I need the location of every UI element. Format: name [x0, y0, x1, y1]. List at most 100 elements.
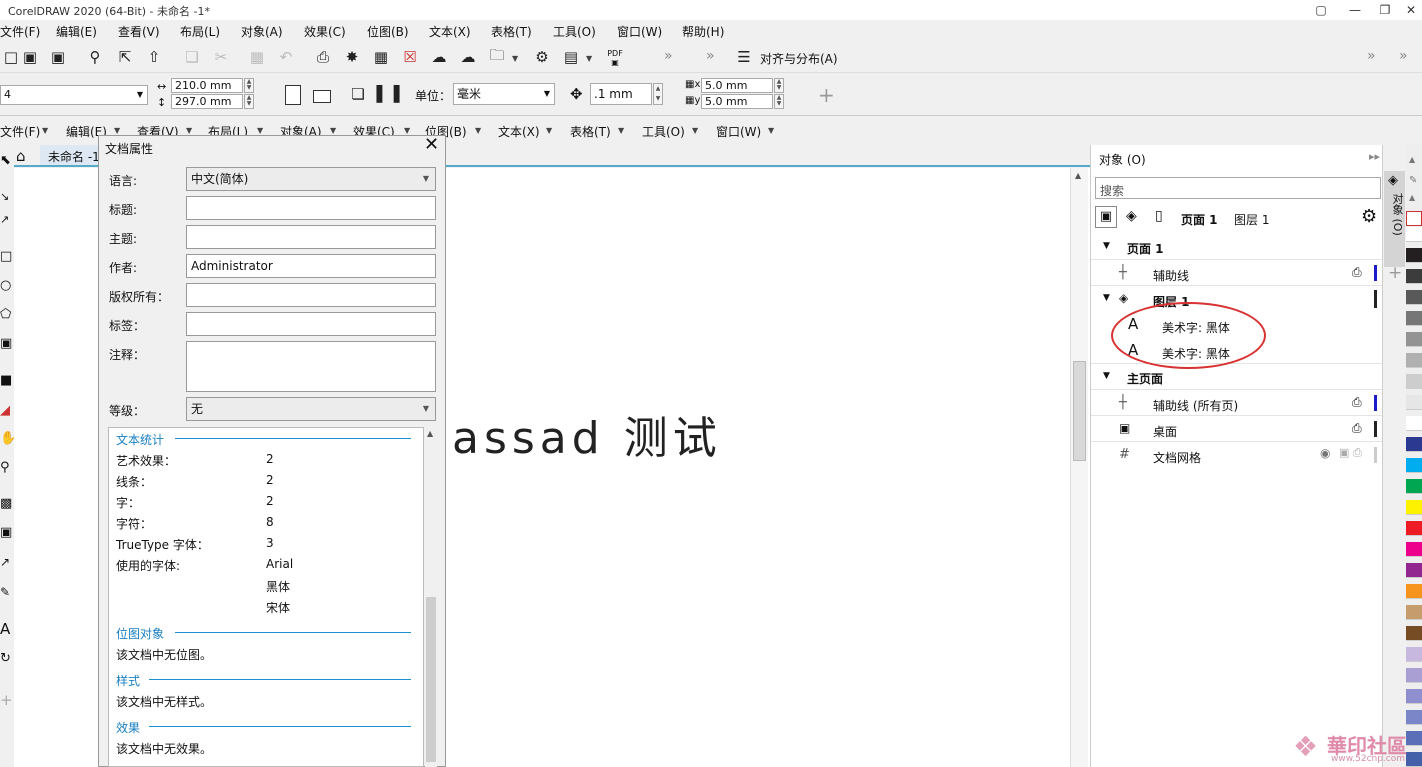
nudge-input[interactable]: .1 mm	[590, 83, 652, 105]
canvas-vertical-scrollbar[interactable]: ▲	[1070, 168, 1088, 767]
rectangle-tool-icon[interactable]: □	[0, 249, 12, 264]
unit-select[interactable]: 毫米 ▼	[453, 83, 555, 105]
smart-fill-icon[interactable]: ◢	[0, 403, 10, 418]
menu-text[interactable]: 文本(X)	[429, 23, 471, 40]
color-swatch[interactable]	[1406, 689, 1422, 704]
nudge-spinner[interactable]: ▲ ▼	[653, 83, 663, 105]
color-swatch[interactable]	[1406, 500, 1422, 515]
document-tab[interactable]: 未命名 -1	[40, 145, 100, 165]
subject-input[interactable]	[186, 225, 436, 249]
zoom-tool-icon[interactable]: ⚲	[0, 460, 10, 475]
no-color-swatch[interactable]	[1406, 211, 1422, 226]
page-width-input[interactable]: 210.0 mm	[171, 78, 243, 93]
color-swatch[interactable]	[1406, 437, 1422, 452]
cloud-download-icon[interactable]: ☁	[457, 46, 479, 68]
save-as-icon[interactable]: ▣	[47, 46, 69, 68]
menu2-text[interactable]: 文本(X)	[498, 123, 540, 140]
palette-scroll-up-icon[interactable]: ▲	[1409, 155, 1415, 164]
add-tool-icon[interactable]: +	[0, 691, 13, 709]
color-swatch[interactable]	[1406, 668, 1422, 683]
add-icon[interactable]: +	[818, 83, 835, 107]
collapse-icon[interactable]: ▼	[1103, 241, 1110, 251]
palette-scroll-left-icon[interactable]: ▲	[1409, 193, 1415, 202]
menu-edit[interactable]: 编辑(E)	[56, 23, 97, 40]
tree-row-page1[interactable]: ▼ 页面 1	[1091, 234, 1383, 260]
gear-icon[interactable]: ⚙	[1361, 206, 1377, 227]
scroll-thumb[interactable]	[1073, 361, 1086, 461]
print-icon[interactable]: ⎙	[1353, 446, 1362, 460]
delete-icon[interactable]: ☒	[399, 46, 421, 68]
color-swatch[interactable]	[1406, 374, 1422, 389]
transparency-tool-icon[interactable]: ▩	[0, 496, 12, 511]
notes-textarea[interactable]	[186, 341, 436, 392]
color-swatch[interactable]	[1406, 521, 1422, 536]
artistic-text[interactable]: assad 测试	[452, 402, 722, 466]
polygon-tool-icon[interactable]: ⬠	[0, 307, 11, 322]
export-icon[interactable]: ⇧	[143, 46, 165, 68]
menu-help[interactable]: 帮助(H)	[682, 23, 724, 40]
text-tool-icon[interactable]: A	[0, 620, 10, 638]
tree-row-grid[interactable]: # 文档网格 ◉ ▣ ⎙	[1091, 442, 1383, 468]
minimize-button[interactable]: —	[1340, 0, 1370, 20]
shape-tool-icon[interactable]: ↘	[0, 190, 9, 203]
rating-select[interactable]: 无 ▼	[186, 397, 436, 421]
page-icon[interactable]: ▯	[1155, 208, 1163, 224]
page-height-input[interactable]: 297.0 mm	[171, 94, 243, 109]
menu2-file[interactable]: 文件(F)	[0, 123, 40, 140]
open-folder-icon[interactable]: 🗀	[486, 46, 508, 68]
menu-view[interactable]: 查看(V)	[118, 23, 160, 40]
print-preview-icon[interactable]: ⚲	[84, 46, 106, 68]
save-icon[interactable]: ▣	[19, 46, 41, 68]
add-docker-icon[interactable]: +	[1388, 263, 1402, 283]
color-swatch[interactable]	[1406, 416, 1422, 431]
toolbar-overflow-icon-4[interactable]: »	[1399, 48, 1408, 64]
language-select[interactable]: 中文(简体) ▼	[186, 167, 436, 191]
connector-tool-icon[interactable]: ↗	[0, 555, 10, 569]
publish-pdf-icon[interactable]: PDF ▣	[604, 49, 626, 67]
account-icon[interactable]: ▢	[1306, 0, 1336, 20]
color-swatch[interactable]	[1406, 647, 1422, 662]
current-page-icon[interactable]: ▌▐	[376, 83, 399, 105]
view-options-icon[interactable]: ▤	[560, 46, 582, 68]
menu-object[interactable]: 对象(A)	[241, 23, 283, 40]
scroll-thumb[interactable]	[426, 597, 436, 762]
align-distribute-label[interactable]: 对齐与分布(A)	[760, 50, 838, 67]
new-layer-icon[interactable]: ▣	[1095, 206, 1117, 228]
close-button[interactable]: ✕	[1396, 0, 1422, 20]
align-distribute-icon[interactable]: ☰	[733, 46, 755, 68]
color-swatch[interactable]	[1406, 458, 1422, 473]
toolbar-overflow-icon-2[interactable]: »	[706, 48, 715, 64]
crop-tool-icon[interactable]: ↗	[0, 213, 9, 226]
print-icon[interactable]: ⎙	[312, 46, 334, 68]
page-size-select[interactable]: 4 ▼	[0, 85, 148, 105]
menu-window[interactable]: 窗口(W)	[617, 23, 662, 40]
tree-row-guides[interactable]: ┼ 辅助线 ⎙	[1091, 260, 1383, 286]
toolbar-overflow-icon[interactable]: »	[664, 48, 673, 64]
toolbar-overflow-icon-3[interactable]: »	[1367, 48, 1376, 64]
collapse-icon[interactable]: ▼	[1103, 293, 1110, 303]
duplicate-y-input[interactable]: 5.0 mm	[701, 94, 773, 109]
app-launcher-icon[interactable]: ▦	[370, 46, 392, 68]
color-swatch[interactable]	[1406, 395, 1422, 410]
duplicate-x-input[interactable]: 5.0 mm	[701, 78, 773, 93]
expand-icon[interactable]: ▸▸	[1369, 150, 1380, 163]
interactive-fill-icon[interactable]: ↻	[0, 651, 11, 666]
statistics-scrollbar[interactable]: ▲	[425, 427, 437, 767]
collapse-icon[interactable]: ▼	[1103, 371, 1110, 381]
menu-layout[interactable]: 布局(L)	[180, 23, 220, 40]
height-spinner[interactable]: ▲ ▼	[244, 94, 254, 109]
tree-row-guides-all[interactable]: ┼ 辅助线 (所有页) ⎙	[1091, 390, 1383, 416]
color-swatch[interactable]	[1406, 542, 1422, 557]
menu-bitmap[interactable]: 位图(B)	[367, 23, 409, 40]
menu-table[interactable]: 表格(T)	[491, 23, 532, 40]
frame-tool-icon[interactable]: ▣	[0, 336, 12, 351]
color-swatch[interactable]	[1406, 269, 1422, 284]
all-pages-icon[interactable]: ❏	[347, 83, 369, 105]
width-spinner[interactable]: ▲ ▼	[244, 78, 254, 93]
dup-y-spinner[interactable]: ▲ ▼	[774, 94, 784, 109]
lock-icon[interactable]: ▣	[1339, 446, 1349, 459]
author-input[interactable]: Administrator	[186, 254, 436, 278]
cloud-upload-icon[interactable]: ☁	[428, 46, 450, 68]
tree-row-master[interactable]: ▼ 主页面	[1091, 364, 1383, 390]
menu2-window[interactable]: 窗口(W)	[716, 123, 761, 140]
